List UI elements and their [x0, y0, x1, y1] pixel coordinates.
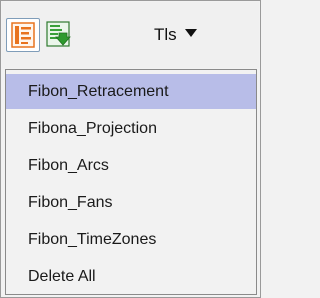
tools-label: Tls	[154, 25, 177, 44]
menu-item-fibon-retracement[interactable]: Fibon_Retracement	[6, 74, 256, 109]
fibonacci-lines-icon	[11, 22, 35, 48]
menu-item-fibon-fans[interactable]: Fibon_Fans	[6, 185, 256, 220]
popup-window: Tls Fibon_Retracement Fibona_Projection …	[0, 0, 261, 298]
menu-item-delete-all[interactable]: Delete All	[6, 259, 256, 294]
fibonacci-tool-button[interactable]	[6, 18, 40, 52]
menu-item-fibona-projection[interactable]: Fibona_Projection	[6, 111, 256, 146]
document-download-icon	[46, 21, 71, 47]
menu-item-fibon-timezones[interactable]: Fibon_TimeZones	[6, 222, 256, 257]
export-button[interactable]	[42, 18, 76, 52]
caret-down-icon	[184, 29, 197, 37]
toolbar: Tls	[2, 2, 259, 68]
menu-item-fibon-arcs[interactable]: Fibon_Arcs	[6, 148, 256, 183]
tools-dropdown-button[interactable]: Tls	[154, 24, 197, 46]
tools-dropdown-menu: Fibon_Retracement Fibona_Projection Fibo…	[5, 69, 257, 295]
